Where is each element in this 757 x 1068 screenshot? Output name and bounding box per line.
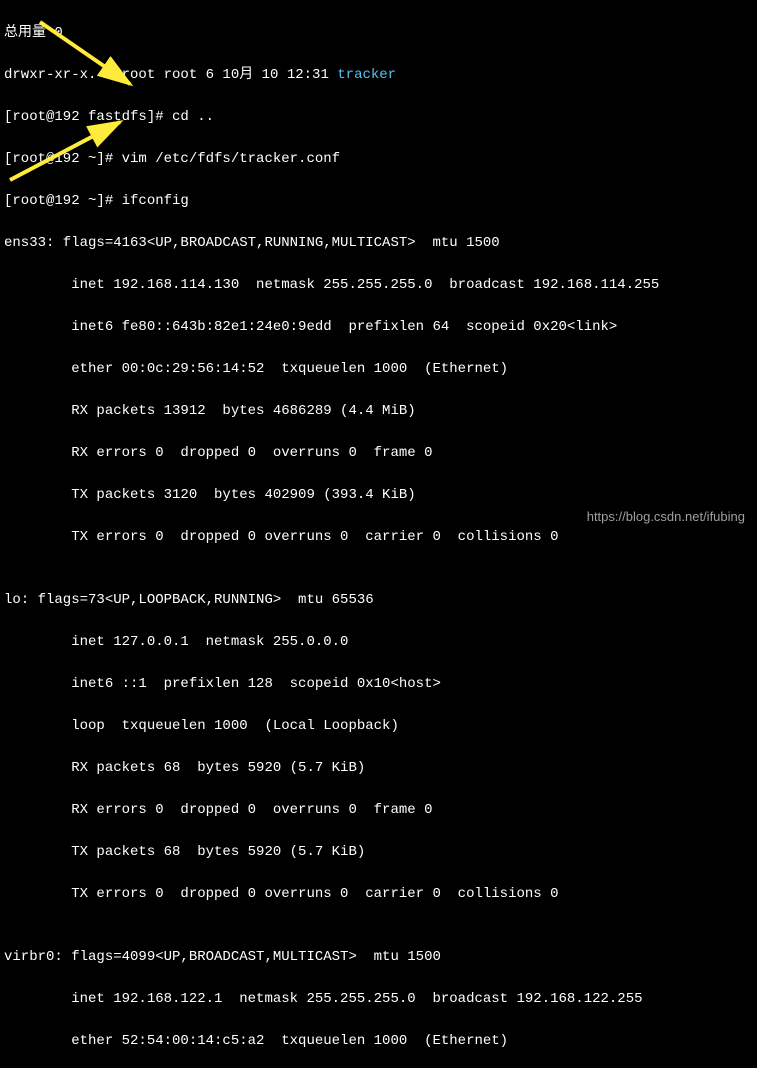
- ifconfig-virbr0: virbr0: flags=4099<UP,BROADCAST,MULTICAS…: [4, 947, 753, 968]
- ifconfig-lo: lo: flags=73<UP,LOOPBACK,RUNNING> mtu 65…: [4, 590, 753, 611]
- ifconfig-ether: ether 52:54:00:14:c5:a2 txqueuelen 1000 …: [4, 1031, 753, 1052]
- ifconfig-tx: TX packets 68 bytes 5920 (5.7 KiB): [4, 842, 753, 863]
- prompt-line: [root@192 ~]# vim /etc/fdfs/tracker.conf: [4, 149, 753, 170]
- output-line: drwxr-xr-x. 2 root root 6 10月 10 12:31 t…: [4, 65, 753, 86]
- prompt-line: [root@192 ~]# ifconfig: [4, 191, 753, 212]
- output-line: 总用量 0: [4, 23, 753, 44]
- ifconfig-inet6: inet6 ::1 prefixlen 128 scopeid 0x10<hos…: [4, 674, 753, 695]
- ifconfig-inet6: inet6 fe80::643b:82e1:24e0:9edd prefixle…: [4, 317, 753, 338]
- prompt-line: [root@192 fastdfs]# cd ..: [4, 107, 753, 128]
- ifconfig-inet: inet 192.168.122.1 netmask 255.255.255.0…: [4, 989, 753, 1010]
- ifconfig-tx: TX packets 3120 bytes 402909 (393.4 KiB): [4, 485, 753, 506]
- dir-name-highlight: tracker: [337, 67, 396, 83]
- ifconfig-txerr: TX errors 0 dropped 0 overruns 0 carrier…: [4, 527, 753, 548]
- ifconfig-rxerr: RX errors 0 dropped 0 overruns 0 frame 0: [4, 443, 753, 464]
- watermark-text: https://blog.csdn.net/ifubing: [587, 507, 745, 527]
- perms-text: drwxr-xr-x. 2 root root 6 10月 10 12:31: [4, 67, 337, 83]
- ifconfig-ether: ether 00:0c:29:56:14:52 txqueuelen 1000 …: [4, 359, 753, 380]
- ifconfig-inet: inet 192.168.114.130 netmask 255.255.255…: [4, 275, 753, 296]
- terminal-output: 总用量 0 drwxr-xr-x. 2 root root 6 10月 10 1…: [4, 2, 753, 1068]
- ifconfig-ens33: ens33: flags=4163<UP,BROADCAST,RUNNING,M…: [4, 233, 753, 254]
- ifconfig-txerr: TX errors 0 dropped 0 overruns 0 carrier…: [4, 884, 753, 905]
- ifconfig-rx: RX packets 13912 bytes 4686289 (4.4 MiB): [4, 401, 753, 422]
- ifconfig-loop: loop txqueuelen 1000 (Local Loopback): [4, 716, 753, 737]
- ifconfig-rx: RX packets 68 bytes 5920 (5.7 KiB): [4, 758, 753, 779]
- ifconfig-rxerr: RX errors 0 dropped 0 overruns 0 frame 0: [4, 800, 753, 821]
- ifconfig-inet: inet 127.0.0.1 netmask 255.0.0.0: [4, 632, 753, 653]
